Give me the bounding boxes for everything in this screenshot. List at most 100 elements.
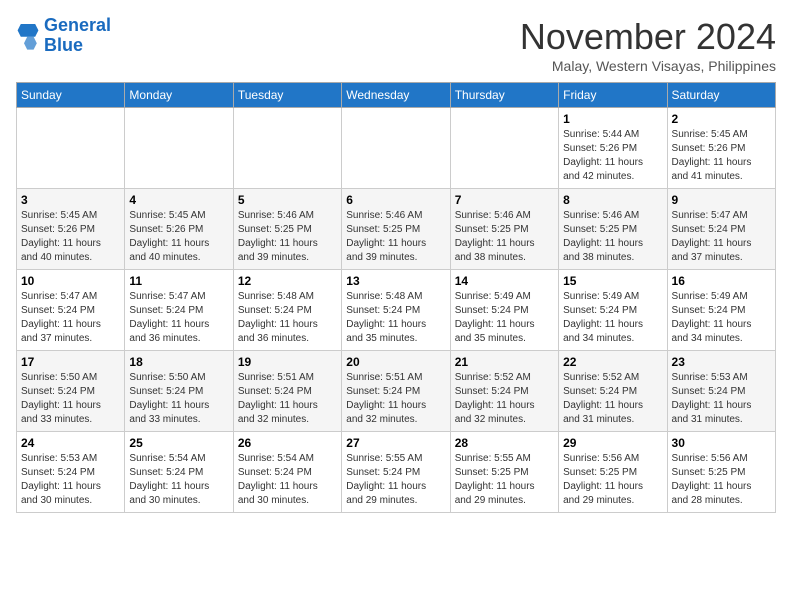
day-info: Sunrise: 5:45 AM Sunset: 5:26 PM Dayligh… [21,209,120,265]
calendar-week-row: 17Sunrise: 5:50 AM Sunset: 5:24 PM Dayli… [17,351,776,432]
day-number: 12 [238,274,337,288]
day-info: Sunrise: 5:44 AM Sunset: 5:26 PM Dayligh… [563,128,662,184]
calendar-day-cell: 10 Sunrise: 5:47 AM Sunset: 5:24 PM Dayli… [17,270,125,351]
day-number: 7 [455,193,554,207]
month-title: November 2024 [520,16,776,58]
calendar-day-cell: 9Sunrise: 5:47 AM Sunset: 5:24 PM Daylig… [667,189,775,270]
day-number: 22 [563,355,662,369]
calendar-day-cell: 4Sunrise: 5:45 AM Sunset: 5:26 PM Daylig… [125,189,233,270]
calendar-day-cell: 22 Sunrise: 5:52 AM Sunset: 5:24 PM Dayli… [559,351,667,432]
day-of-week-header: Wednesday [342,83,450,108]
day-number: 28 [455,436,554,450]
day-of-week-header: Tuesday [233,83,341,108]
day-info: Sunrise: 5:56 AM Sunset: 5:25 PM Dayligh… [563,452,662,508]
day-number: 21 [455,355,554,369]
day-info: Sunrise: 5:46 AM Sunset: 5:25 PM Dayligh… [563,209,662,265]
day-of-week-header: Thursday [450,83,558,108]
day-of-week-header: Monday [125,83,233,108]
calendar-day-cell [233,108,341,189]
location-title: Malay, Western Visayas, Philippines [520,58,776,74]
calendar-week-row: 1Sunrise: 5:44 AM Sunset: 5:26 PM Daylig… [17,108,776,189]
day-number: 13 [346,274,445,288]
day-info: Sunrise: 5:50 AM Sunset: 5:24 PM Dayligh… [129,371,228,427]
calendar-day-cell [17,108,125,189]
day-info: Sunrise: 5:52 AM Sunset: 5:24 PM Dayligh… [563,371,662,427]
calendar-day-cell: 7Sunrise: 5:46 AM Sunset: 5:25 PM Daylig… [450,189,558,270]
day-number: 16 [672,274,771,288]
calendar-day-cell: 27 Sunrise: 5:55 AM Sunset: 5:24 PM Dayli… [342,432,450,513]
day-info: Sunrise: 5:54 AM Sunset: 5:24 PM Dayligh… [129,452,228,508]
calendar-day-cell: 12 Sunrise: 5:48 AM Sunset: 5:24 PM Dayli… [233,270,341,351]
calendar-day-cell: 28 Sunrise: 5:55 AM Sunset: 5:25 PM Dayli… [450,432,558,513]
calendar-day-cell: 3 Sunrise: 5:45 AM Sunset: 5:26 PM Daylig… [17,189,125,270]
calendar-day-cell: 1Sunrise: 5:44 AM Sunset: 5:26 PM Daylig… [559,108,667,189]
header-row: SundayMondayTuesdayWednesdayThursdayFrid… [17,83,776,108]
calendar-day-cell [450,108,558,189]
calendar-day-cell [342,108,450,189]
calendar-day-cell: 29 Sunrise: 5:56 AM Sunset: 5:25 PM Dayli… [559,432,667,513]
calendar-header: SundayMondayTuesdayWednesdayThursdayFrid… [17,83,776,108]
logo-line2: Blue [44,35,83,55]
calendar-day-cell: 26 Sunrise: 5:54 AM Sunset: 5:24 PM Dayli… [233,432,341,513]
calendar-table: SundayMondayTuesdayWednesdayThursdayFrid… [16,82,776,513]
calendar-day-cell: 16 Sunrise: 5:49 AM Sunset: 5:24 PM Dayli… [667,270,775,351]
day-number: 10 [21,274,120,288]
day-info: Sunrise: 5:48 AM Sunset: 5:24 PM Dayligh… [346,290,445,346]
calendar-day-cell: 14Sunrise: 5:49 AM Sunset: 5:24 PM Dayli… [450,270,558,351]
logo-icon [16,22,40,50]
day-number: 18 [129,355,228,369]
day-number: 23 [672,355,771,369]
day-info: Sunrise: 5:51 AM Sunset: 5:24 PM Dayligh… [238,371,337,427]
day-info: Sunrise: 5:54 AM Sunset: 5:24 PM Dayligh… [238,452,337,508]
calendar-day-cell: 20Sunrise: 5:51 AM Sunset: 5:24 PM Dayli… [342,351,450,432]
calendar-day-cell: 30 Sunrise: 5:56 AM Sunset: 5:25 PM Dayli… [667,432,775,513]
calendar-day-cell: 24Sunrise: 5:53 AM Sunset: 5:24 PM Dayli… [17,432,125,513]
day-number: 25 [129,436,228,450]
day-info: Sunrise: 5:46 AM Sunset: 5:25 PM Dayligh… [238,209,337,265]
calendar-day-cell: 5Sunrise: 5:46 AM Sunset: 5:25 PM Daylig… [233,189,341,270]
calendar-day-cell: 8 Sunrise: 5:46 AM Sunset: 5:25 PM Daylig… [559,189,667,270]
day-number: 3 [21,193,120,207]
calendar-day-cell [125,108,233,189]
day-info: Sunrise: 5:49 AM Sunset: 5:24 PM Dayligh… [672,290,771,346]
day-number: 15 [563,274,662,288]
day-number: 14 [455,274,554,288]
day-info: Sunrise: 5:55 AM Sunset: 5:25 PM Dayligh… [455,452,554,508]
day-number: 27 [346,436,445,450]
page-header: General Blue November 2024 Malay, Wester… [16,16,776,74]
day-number: 8 [563,193,662,207]
day-info: Sunrise: 5:47 AM Sunset: 5:24 PM Dayligh… [672,209,771,265]
day-number: 29 [563,436,662,450]
logo-line1: General [44,15,111,35]
day-of-week-header: Friday [559,83,667,108]
day-info: Sunrise: 5:45 AM Sunset: 5:26 PM Dayligh… [672,128,771,184]
calendar-day-cell: 19 Sunrise: 5:51 AM Sunset: 5:24 PM Dayli… [233,351,341,432]
day-info: Sunrise: 5:47 AM Sunset: 5:24 PM Dayligh… [129,290,228,346]
calendar-day-cell: 2 Sunrise: 5:45 AM Sunset: 5:26 PM Daylig… [667,108,775,189]
day-info: Sunrise: 5:48 AM Sunset: 5:24 PM Dayligh… [238,290,337,346]
day-number: 26 [238,436,337,450]
day-number: 2 [672,112,771,126]
calendar-day-cell: 13 Sunrise: 5:48 AM Sunset: 5:24 PM Dayli… [342,270,450,351]
day-of-week-header: Sunday [17,83,125,108]
calendar-day-cell: 23Sunrise: 5:53 AM Sunset: 5:24 PM Dayli… [667,351,775,432]
calendar-day-cell: 17Sunrise: 5:50 AM Sunset: 5:24 PM Dayli… [17,351,125,432]
day-info: Sunrise: 5:46 AM Sunset: 5:25 PM Dayligh… [346,209,445,265]
calendar-day-cell: 15Sunrise: 5:49 AM Sunset: 5:24 PM Dayli… [559,270,667,351]
logo: General Blue [16,16,111,56]
day-info: Sunrise: 5:55 AM Sunset: 5:24 PM Dayligh… [346,452,445,508]
calendar-week-row: 3 Sunrise: 5:45 AM Sunset: 5:26 PM Daylig… [17,189,776,270]
calendar-week-row: 24Sunrise: 5:53 AM Sunset: 5:24 PM Dayli… [17,432,776,513]
calendar-day-cell: 6Sunrise: 5:46 AM Sunset: 5:25 PM Daylig… [342,189,450,270]
day-info: Sunrise: 5:47 AM Sunset: 5:24 PM Dayligh… [21,290,120,346]
calendar-week-row: 10 Sunrise: 5:47 AM Sunset: 5:24 PM Dayli… [17,270,776,351]
day-info: Sunrise: 5:56 AM Sunset: 5:25 PM Dayligh… [672,452,771,508]
day-of-week-header: Saturday [667,83,775,108]
day-info: Sunrise: 5:50 AM Sunset: 5:24 PM Dayligh… [21,371,120,427]
day-info: Sunrise: 5:53 AM Sunset: 5:24 PM Dayligh… [21,452,120,508]
calendar-day-cell: 21Sunrise: 5:52 AM Sunset: 5:24 PM Dayli… [450,351,558,432]
calendar-day-cell: 25 Sunrise: 5:54 AM Sunset: 5:24 PM Dayli… [125,432,233,513]
day-number: 19 [238,355,337,369]
title-block: November 2024 Malay, Western Visayas, Ph… [520,16,776,74]
day-number: 30 [672,436,771,450]
